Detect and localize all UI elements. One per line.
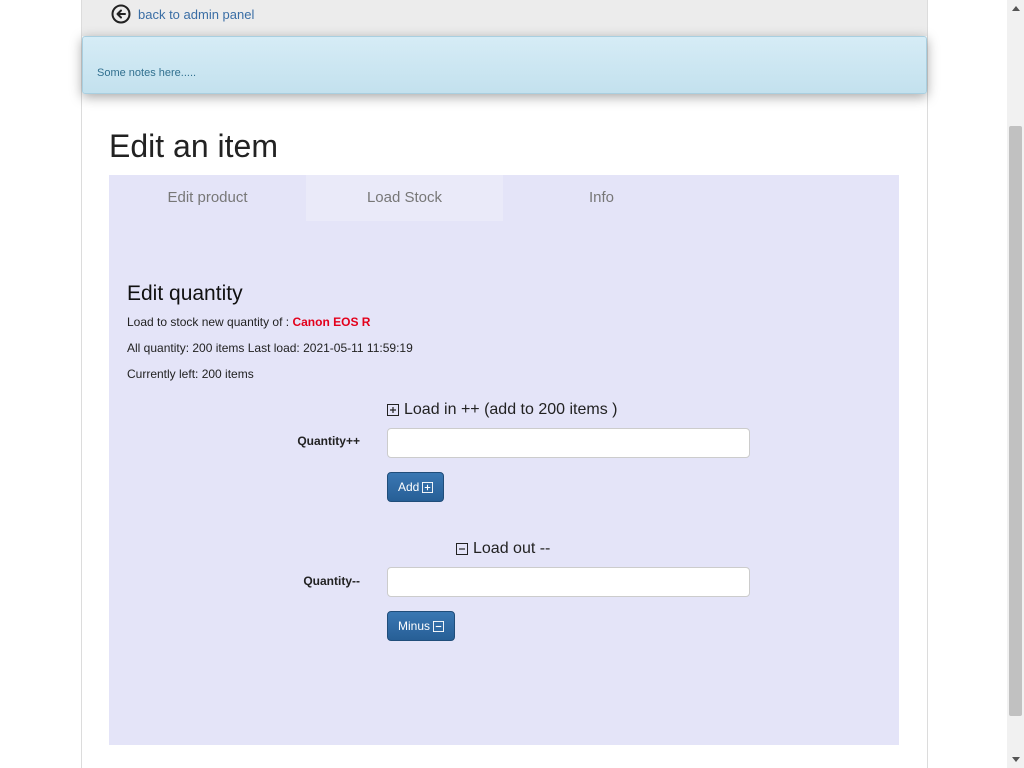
minus-button-label[interactable]: Minus (398, 619, 430, 633)
notes-text: Some notes here..... (97, 67, 197, 79)
scroll-down-arrow-icon[interactable] (1007, 751, 1024, 768)
plus-square-icon (422, 481, 434, 493)
currently-left-text: Currently left: 200 items (127, 367, 254, 381)
load-in-heading: Load in ++ (add to 200 items ) (387, 401, 617, 419)
section-title: Edit quantity (127, 282, 243, 305)
vertical-scrollbar[interactable] (1007, 0, 1024, 768)
quantity-plus-label: Quantity++ (297, 434, 360, 448)
notes-banner: Some notes here..... (82, 36, 927, 94)
tab-info[interactable]: Info (503, 175, 700, 221)
minus-button[interactable]: Minus (387, 611, 456, 641)
top-bar: back to admin panel (82, 0, 927, 36)
product-name: Canon EOS R (292, 315, 371, 329)
all-quantity-text: All quantity: 200 items Last load: 2021-… (127, 341, 413, 355)
page-title: Edit an item (109, 128, 278, 164)
page-container: back to admin panel Some notes here.....… (81, 0, 928, 768)
tab-edit-product[interactable]: Edit product (109, 175, 306, 221)
scrollbar-thumb[interactable] (1009, 126, 1022, 716)
load-out-heading-text: Load out -- (473, 540, 551, 557)
back-link-label[interactable]: back to admin panel (138, 7, 254, 22)
quantity-minus-input[interactable] (387, 567, 750, 597)
circle-arrow-left-icon (111, 4, 131, 24)
plus-square-icon (387, 404, 399, 416)
quantity-plus-input[interactable] (387, 428, 750, 458)
edit-panel: Edit product Load Stock Info Edit quanti… (109, 175, 899, 745)
back-to-admin-link[interactable]: back to admin panel (111, 4, 254, 24)
quantity-minus-label: Quantity-- (303, 574, 360, 588)
add-button[interactable]: Add (387, 472, 445, 502)
minus-square-icon (433, 620, 445, 632)
minus-square-icon (456, 543, 468, 555)
scroll-up-arrow-icon[interactable] (1007, 0, 1024, 17)
tab-bar: Edit product Load Stock Info (109, 175, 700, 221)
load-in-heading-text: Load in ++ (add to 200 items ) (404, 401, 618, 418)
load-prefix-text: Load to stock new quantity of : (127, 315, 293, 329)
add-button-label[interactable]: Add (398, 480, 419, 494)
load-out-heading: Load out -- (456, 540, 550, 558)
load-product-line: Load to stock new quantity of : Canon EO… (127, 315, 370, 329)
tab-load-stock[interactable]: Load Stock (306, 175, 503, 221)
